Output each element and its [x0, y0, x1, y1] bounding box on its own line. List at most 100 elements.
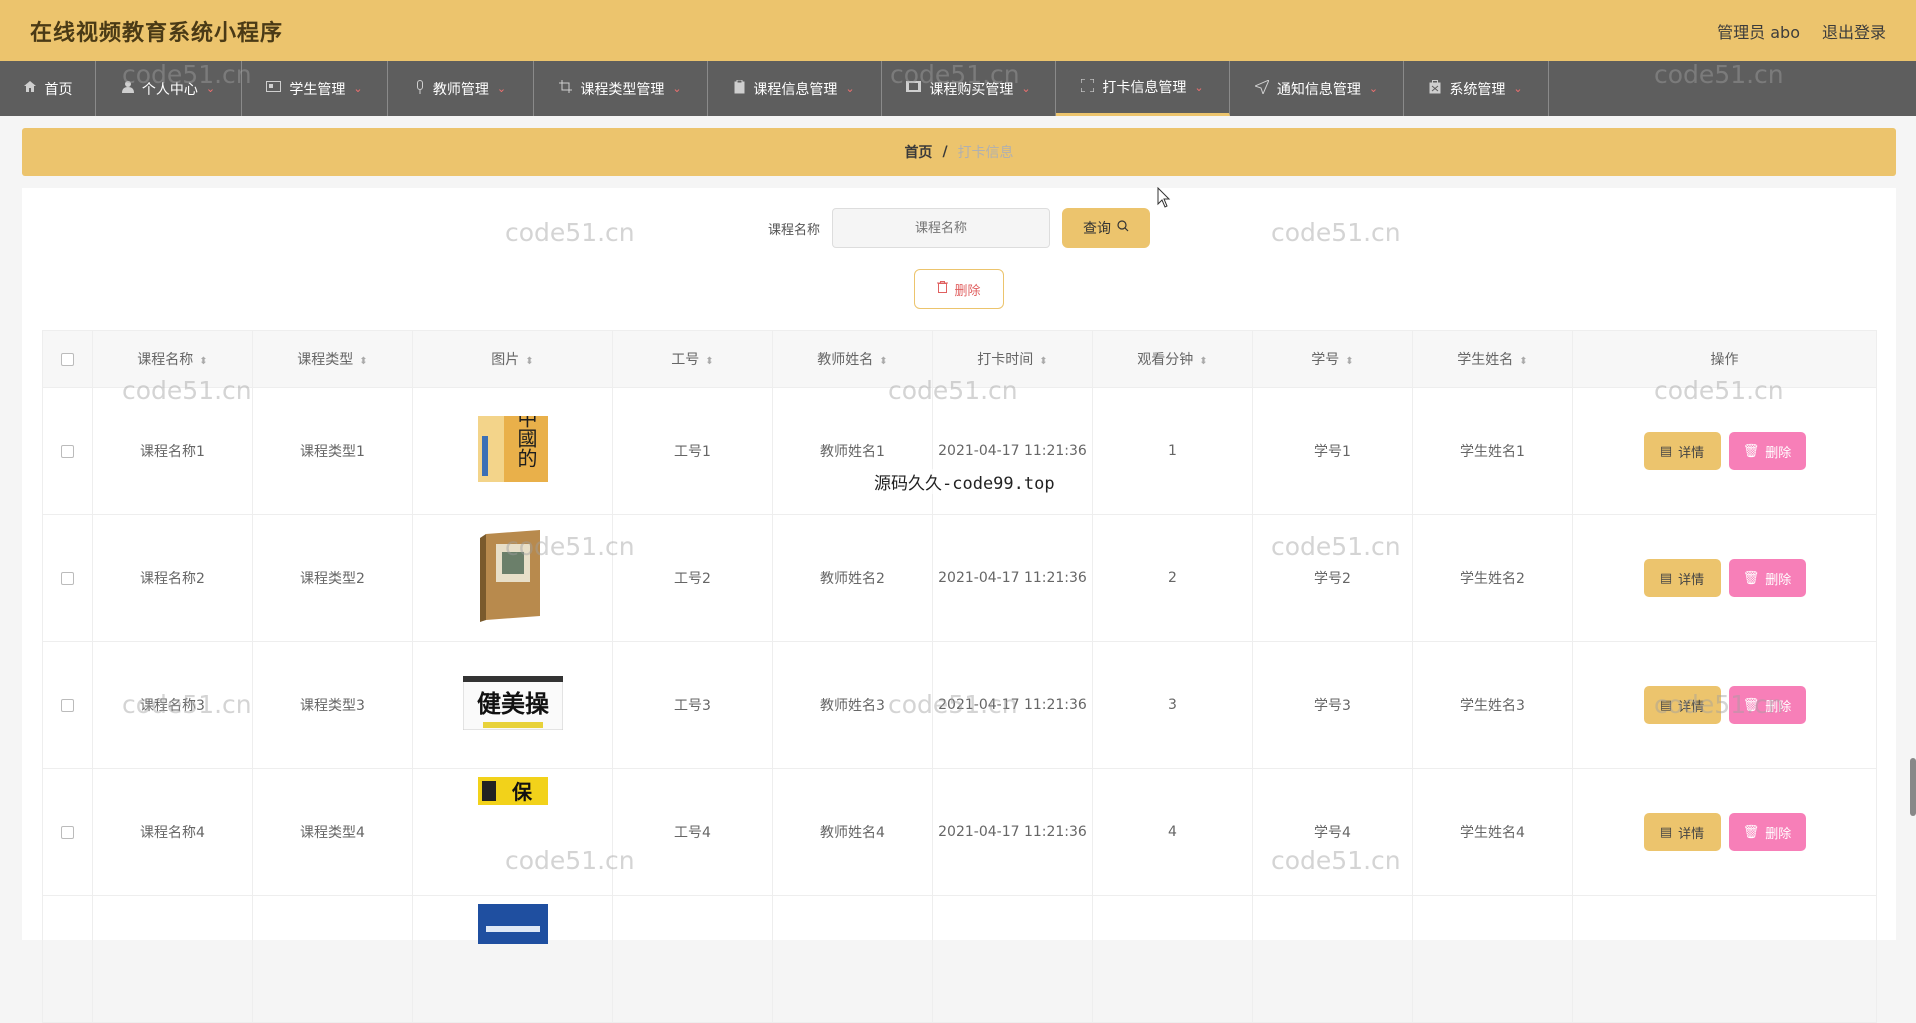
table-row: 课程名称1 课程类型1 中國的 工号1 教师姓名1 2021-04-17 11:…	[42, 387, 1877, 515]
cell-image: 健美操	[412, 641, 613, 769]
page-scrollbar[interactable]	[1910, 758, 1916, 816]
cell-checkin-time: 2021-04-17 11:21:36	[932, 641, 1093, 769]
nav-item-teacher-management[interactable]: 教师管理 ⌄	[388, 61, 534, 116]
cell-image	[412, 895, 613, 1023]
nav-item-student-management[interactable]: 学生管理 ⌄	[242, 61, 388, 116]
book-cover-image	[477, 904, 548, 944]
col-student-no[interactable]: 学号 ⬍	[1252, 330, 1413, 388]
trash-icon: 🗑	[1742, 824, 1760, 840]
detail-button[interactable]: ▤ 详情	[1643, 813, 1721, 851]
row-checkbox[interactable]	[61, 444, 74, 458]
search-button-label: 查询	[1083, 221, 1111, 237]
delete-button[interactable]: 🗑 删除	[1728, 432, 1806, 470]
nav-item-checkin-info-management[interactable]: 打卡信息管理 ⌄	[1056, 61, 1230, 116]
sort-icon: ⬍	[879, 356, 888, 367]
breadcrumb-separator: /	[942, 144, 948, 160]
select-all-checkbox[interactable]	[61, 352, 74, 366]
table-row: 课程名称4 课程类型4 保 工号4 教师姓名4 2021-04-17 11:21…	[42, 768, 1877, 896]
document-icon: ▤	[1659, 570, 1673, 586]
book-cover-image: 健美操	[462, 676, 563, 730]
delete-button[interactable]: 🗑 删除	[1728, 559, 1806, 597]
table-header-row: 课程名称 ⬍ 课程类型 ⬍ 图片 ⬍ 工号 ⬍ 教师姓名 ⬍ 打卡时间 ⬍ 观看分钟 ⬍ 学号…	[42, 330, 1877, 388]
row-checkbox[interactable]	[61, 825, 74, 839]
col-employee-no[interactable]: 工号 ⬍	[612, 330, 773, 388]
nav-item-course-purchase-management[interactable]: 课程购买管理 ⌄	[882, 61, 1056, 116]
cell-teacher-name: 教师姓名3	[772, 641, 933, 769]
nav-item-course-info-management[interactable]: 课程信息管理 ⌄	[708, 61, 882, 116]
search-row: 课程名称 查询	[22, 206, 1896, 250]
col-actions: 操作	[1572, 330, 1877, 388]
nav-item-notice-info-management[interactable]: 通知信息管理 ⌄	[1230, 61, 1404, 116]
cell-course-type: 课程类型2	[252, 514, 413, 642]
table-row: 课程名称3 课程类型3 健美操 工号3 教师姓名3 2021-04-17 11:…	[42, 641, 1877, 769]
cell-checkin-time: 2021-04-17 11:21:36	[932, 514, 1093, 642]
nav-item-label: 首页	[44, 81, 73, 98]
search-label: 课程名称	[767, 222, 820, 238]
detail-button[interactable]: ▤ 详情	[1643, 432, 1721, 470]
cell-watch-minutes: 2	[1092, 514, 1253, 642]
chevron-down-icon: ⌄	[672, 82, 682, 95]
cell-employee-no: 工号1	[612, 387, 773, 515]
cell-checkin-time: 2021-04-17 11:21:36	[932, 387, 1093, 515]
cell-image: 中國的	[412, 387, 613, 515]
col-checkin-time[interactable]: 打卡时间 ⬍	[932, 330, 1093, 388]
nav-item-personal-center[interactable]: 个人中心 ⌄	[96, 61, 242, 116]
delete-button[interactable]: 🗑 删除	[1728, 813, 1806, 851]
batch-delete-button[interactable]: 删除	[914, 269, 1004, 309]
col-course-name[interactable]: 课程名称 ⬍	[92, 330, 253, 388]
document-icon: ▤	[1659, 824, 1673, 840]
document-icon: ▤	[1659, 697, 1673, 713]
sort-icon: ⬍	[1039, 356, 1048, 367]
cell-employee-no: 工号3	[612, 641, 773, 769]
breadcrumb-home[interactable]: 首页	[904, 142, 932, 162]
search-button[interactable]: 查询	[1062, 208, 1150, 248]
nav-item-system-management[interactable]: 系统管理 ⌄	[1404, 61, 1549, 116]
cell-student-no: 学号2	[1252, 514, 1413, 642]
book-cover-image	[479, 530, 540, 622]
nav-item-label: 课程购买管理	[929, 81, 1014, 98]
fullscreen-icon	[1080, 77, 1096, 96]
cell-course-type: 课程类型4	[252, 768, 413, 896]
cell-employee-no: 工号4	[612, 768, 773, 896]
delete-label: 删除	[1765, 699, 1792, 715]
content-panel: 课程名称 查询 删除 课程名称 ⬍ 课程类型 ⬍ 图片 ⬍ 工号 ⬍	[22, 188, 1896, 1023]
nav-item-label: 课程类型管理	[580, 81, 665, 98]
col-course-type[interactable]: 课程类型 ⬍	[252, 330, 413, 388]
col-teacher-name[interactable]: 教师姓名 ⬍	[772, 330, 933, 388]
mouse-cursor-icon	[1157, 186, 1171, 213]
detail-label: 详情	[1678, 445, 1705, 461]
book-cover-title: 保	[511, 780, 533, 804]
film-icon	[906, 81, 922, 96]
admin-user-label[interactable]: 管理员 abo	[1717, 19, 1800, 43]
cell-course-name: 课程名称1	[92, 387, 253, 515]
col-student-name[interactable]: 学生姓名 ⬍	[1412, 330, 1573, 388]
sort-icon: ⬍	[199, 356, 208, 367]
chevron-down-icon: ⌄	[1368, 82, 1379, 95]
book-cover-image: 保	[477, 777, 548, 805]
nav-item-home[interactable]: 首页	[0, 61, 96, 116]
cell-teacher-name: 教师姓名4	[772, 768, 933, 896]
cell-student-name: 学生姓名2	[1412, 514, 1573, 642]
sort-icon: ⬍	[1345, 356, 1354, 367]
chevron-down-icon: ⌄	[353, 82, 363, 95]
row-checkbox[interactable]	[61, 698, 74, 712]
col-image[interactable]: 图片 ⬍	[412, 330, 613, 388]
nav-item-course-type-management[interactable]: 课程类型管理 ⌄	[534, 61, 708, 116]
cell-watch-minutes: 1	[1092, 387, 1253, 515]
logout-link[interactable]: 退出登录	[1822, 19, 1886, 43]
table-row	[42, 895, 1877, 1023]
col-watch-minutes[interactable]: 观看分钟 ⬍	[1092, 330, 1253, 388]
detail-label: 详情	[1678, 826, 1705, 842]
top-right-actions: 管理员 abo 退出登录	[1717, 19, 1886, 43]
nav-item-label: 打卡信息管理	[1102, 80, 1187, 96]
detail-button[interactable]: ▤ 详情	[1643, 559, 1721, 597]
detail-button[interactable]: ▤ 详情	[1643, 686, 1721, 724]
cell-image: 保	[412, 768, 613, 896]
chevron-down-icon: ⌄	[845, 82, 855, 95]
course-name-search-input[interactable]	[832, 208, 1050, 248]
delete-button[interactable]: 🗑 删除	[1728, 686, 1806, 724]
nav-item-label: 教师管理	[432, 81, 489, 98]
column-header-label: 工号	[671, 352, 700, 368]
row-checkbox[interactable]	[61, 571, 74, 585]
sort-icon: ⬍	[359, 356, 368, 367]
